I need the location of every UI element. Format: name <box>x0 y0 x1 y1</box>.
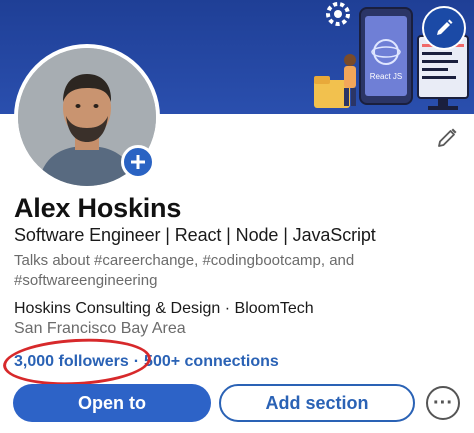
phone-label: React JS <box>370 72 402 81</box>
connections-link[interactable]: 500+ connections <box>144 353 279 370</box>
company-line[interactable]: Hoskins Consulting & Design · BloomTech <box>14 300 314 318</box>
open-to-button[interactable]: Open to <box>13 384 211 422</box>
talks-about: Talks about #careerchange, #codingbootca… <box>14 252 355 289</box>
edit-intro-button[interactable] <box>436 127 458 149</box>
location: San Francisco Bay Area <box>14 320 186 337</box>
pencil-icon <box>438 128 457 147</box>
plus-icon <box>131 155 145 169</box>
edit-banner-button[interactable] <box>422 6 466 50</box>
ellipsis-icon: ··· <box>433 392 453 414</box>
profile-name: Alex Hoskins <box>14 193 182 223</box>
more-button[interactable]: ··· <box>426 386 460 420</box>
add-photo-button[interactable] <box>121 145 155 179</box>
pencil-icon <box>437 19 453 35</box>
profile-headline: Software Engineer | React | Node | JavaS… <box>14 225 376 245</box>
annotation-circle <box>1 335 153 389</box>
add-section-button[interactable]: Add section <box>219 384 415 422</box>
